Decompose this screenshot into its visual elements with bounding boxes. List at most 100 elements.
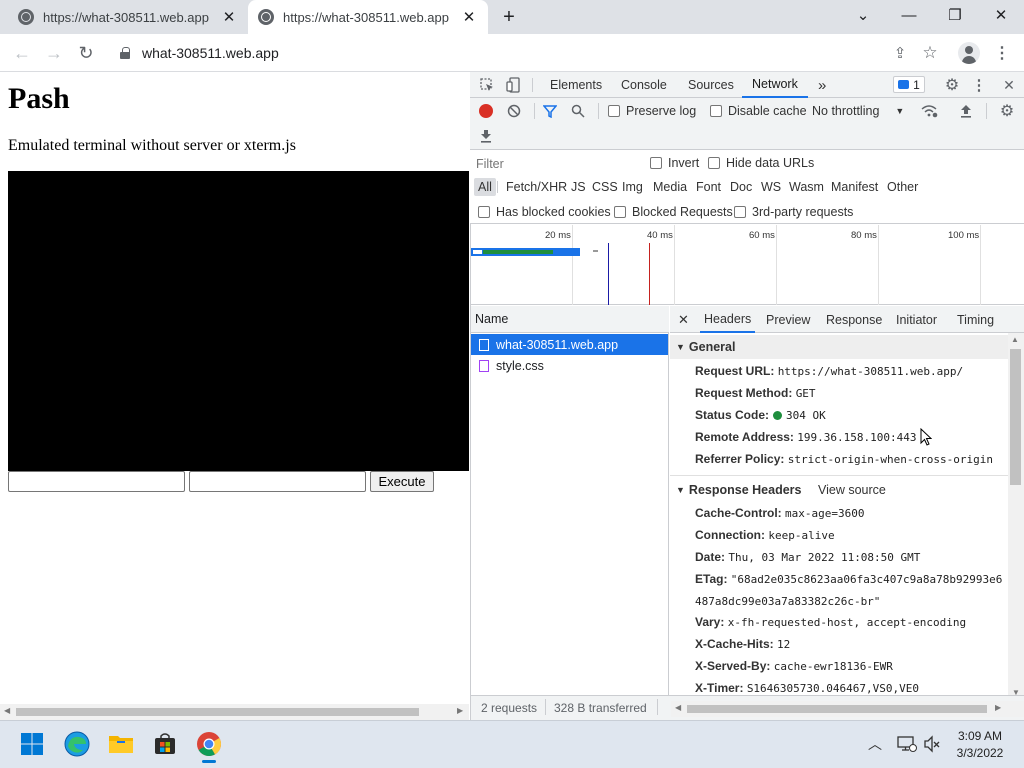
scroll-left-icon[interactable]: ◀ (4, 706, 10, 715)
type-filter-media[interactable]: Media (649, 178, 691, 196)
command-input[interactable] (8, 471, 185, 492)
general-section-header[interactable]: ▼ General (670, 335, 1008, 359)
back-arrow-icon[interactable]: ← (10, 41, 34, 65)
request-row-selected[interactable]: what-308511.web.app (471, 334, 668, 355)
terminal-canvas[interactable] (8, 171, 469, 471)
clock-date[interactable]: 3/3/2022 (950, 746, 1010, 760)
tab-title: https://what-308511.web.app (283, 9, 449, 25)
inspect-element-icon[interactable] (478, 76, 496, 94)
tab-initiator[interactable]: Initiator (896, 306, 937, 333)
preserve-log-checkbox[interactable]: Preserve log (608, 104, 696, 118)
close-window-button[interactable]: ✕ (978, 0, 1024, 30)
import-har-icon[interactable] (958, 103, 974, 119)
more-tabs-icon[interactable]: » (818, 72, 826, 98)
close-devtools-icon[interactable]: ✕ (1000, 76, 1018, 94)
close-detail-icon[interactable]: ✕ (678, 306, 689, 333)
network-overview-timeline[interactable]: 20 ms 40 ms 60 ms 80 ms 100 ms (471, 225, 1024, 305)
hide-data-urls-checkbox[interactable]: Hide data URLs (708, 156, 814, 170)
profile-avatar-icon[interactable] (958, 42, 980, 64)
type-filter-font[interactable]: Font (692, 178, 725, 196)
scroll-left-icon[interactable]: ◀ (675, 703, 681, 712)
tab-timing[interactable]: Timing (957, 306, 994, 333)
tab-console[interactable]: Console (621, 72, 667, 98)
device-toolbar-icon[interactable] (504, 76, 522, 94)
chrome-menu-icon[interactable]: ⋮ (990, 41, 1014, 65)
type-filter-wasm[interactable]: Wasm (785, 178, 828, 196)
type-filter-other[interactable]: Other (883, 178, 922, 196)
tab-headers[interactable]: Headers (700, 306, 756, 333)
close-tab-icon[interactable]: ✕ (460, 8, 478, 26)
tab-network[interactable]: Network (742, 72, 808, 98)
tab-elements[interactable]: Elements (550, 72, 602, 98)
detail-vertical-scrollbar[interactable]: ▲ (1008, 333, 1024, 695)
minimize-button[interactable]: — (886, 0, 932, 30)
detail-horizontal-scrollbar[interactable]: ◀ ▶ (671, 701, 1024, 717)
clear-icon[interactable] (506, 103, 522, 119)
type-filter-all[interactable]: All (474, 178, 496, 196)
close-tab-icon[interactable]: ✕ (220, 8, 238, 26)
microsoft-store-icon[interactable] (149, 728, 181, 760)
type-filter-css[interactable]: CSS (588, 178, 622, 196)
scroll-down-icon[interactable]: ▼ (1012, 688, 1020, 697)
scroll-right-icon[interactable]: ▶ (995, 703, 1001, 712)
devtools-menu-icon[interactable]: ⋮ (972, 76, 987, 94)
scrollbar-thumb[interactable] (16, 708, 419, 716)
tab-sources[interactable]: Sources (688, 72, 734, 98)
network-conditions-icon[interactable] (920, 103, 938, 119)
new-tab-button[interactable]: + (496, 4, 522, 30)
third-party-checkbox[interactable]: 3rd-party requests (734, 205, 853, 219)
filter-input[interactable] (474, 154, 636, 173)
file-explorer-icon[interactable] (105, 728, 137, 760)
scroll-right-icon[interactable]: ▶ (457, 706, 463, 715)
reload-icon[interactable]: ↻ (74, 41, 98, 65)
name-column-header[interactable]: Name (471, 306, 669, 333)
forward-arrow-icon[interactable]: → (42, 41, 66, 65)
restore-button[interactable]: ❐ (932, 0, 978, 30)
type-filter-img[interactable]: Img (618, 178, 647, 196)
type-filter-fetch-xhr[interactable]: Fetch/XHR (502, 178, 571, 196)
network-settings-icon[interactable]: ⚙ (998, 102, 1016, 120)
browser-tab-active[interactable]: https://what-308511.web.app ✕ (248, 0, 488, 34)
chrome-icon[interactable] (193, 728, 225, 760)
argument-input[interactable] (189, 471, 366, 492)
scroll-up-icon[interactable]: ▲ (1011, 335, 1019, 344)
settings-gear-icon[interactable]: ⚙ (943, 76, 961, 94)
type-filter-ws[interactable]: WS (757, 178, 785, 196)
invert-checkbox[interactable]: Invert (650, 156, 699, 170)
scrollbar-thumb[interactable] (1010, 349, 1021, 485)
disable-cache-checkbox[interactable]: Disable cache (710, 104, 807, 118)
globe-icon (18, 9, 34, 25)
tab-response[interactable]: Response (826, 306, 882, 333)
bookmark-star-icon[interactable]: ☆ (918, 41, 942, 65)
type-filter-manifest[interactable]: Manifest (827, 178, 882, 196)
scrollbar-thumb[interactable] (687, 705, 987, 713)
issues-badge[interactable]: 1 (893, 76, 925, 93)
view-source-link[interactable]: View source (818, 483, 886, 497)
type-filter-js[interactable]: JS (567, 178, 590, 196)
windows-start-icon[interactable] (16, 728, 48, 760)
edge-icon[interactable] (61, 728, 93, 760)
search-icon[interactable] (570, 103, 586, 119)
type-filter-doc[interactable]: Doc (726, 178, 756, 196)
request-row[interactable]: style.css (471, 355, 668, 376)
execute-button[interactable]: Execute (370, 471, 434, 492)
record-icon[interactable] (479, 104, 493, 118)
globe-icon (258, 9, 274, 25)
lock-icon[interactable] (120, 47, 130, 59)
volume-muted-icon[interactable] (923, 735, 941, 756)
browser-tab[interactable]: https://what-308511.web.app ✕ (8, 0, 248, 34)
blocked-cookies-checkbox[interactable]: Has blocked cookies (478, 205, 611, 219)
clock-time[interactable]: 3:09 AM (950, 729, 1010, 743)
export-har-icon[interactable] (478, 128, 494, 144)
tab-search-icon[interactable]: ⌄ (840, 0, 886, 30)
share-icon[interactable]: ⇪ (888, 41, 912, 65)
tab-preview[interactable]: Preview (766, 306, 810, 333)
show-hidden-icons-chevron-icon[interactable]: ︿ (868, 734, 882, 754)
blocked-requests-checkbox[interactable]: Blocked Requests (614, 205, 733, 219)
network-status-icon[interactable] (897, 735, 917, 756)
response-headers-section-header[interactable]: ▼ Response Headers View source (670, 478, 1008, 502)
address-bar[interactable]: what-308511.web.app (112, 39, 870, 67)
filter-funnel-icon[interactable] (542, 103, 558, 119)
throttling-select[interactable]: No throttling ▼ (812, 104, 904, 118)
page-horizontal-scrollbar[interactable]: ◀ ▶ (0, 704, 469, 720)
